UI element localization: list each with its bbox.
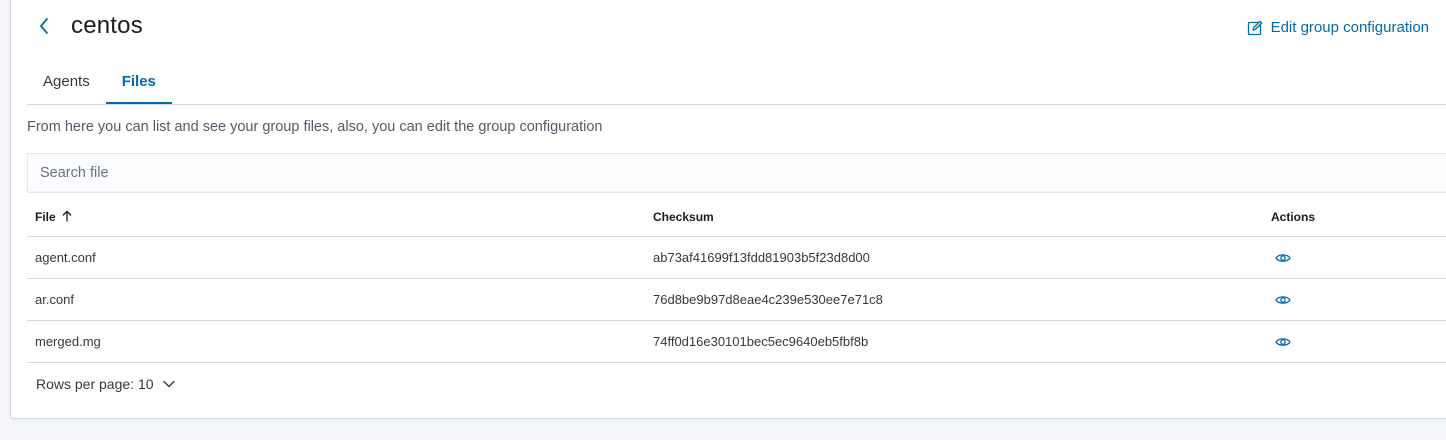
column-header-actions: Actions	[1271, 210, 1316, 224]
tab-bar: Agents Files	[27, 60, 1446, 105]
files-table: File Checksum Actions agent.conf ab73af4…	[27, 198, 1446, 363]
table-row: ar.conf 76d8be9b97d8eae4c239e530ee7e71c8	[27, 279, 1446, 321]
file-name-cell: agent.conf	[35, 250, 96, 265]
rows-per-page-button[interactable]: Rows per page: 10	[36, 376, 176, 392]
edit-group-configuration-button[interactable]: Edit group configuration	[1247, 19, 1429, 36]
eye-icon[interactable]	[1273, 332, 1293, 352]
column-header-file-label: File	[35, 210, 56, 224]
file-name-cell: merged.mg	[35, 334, 101, 349]
actions-cell	[1263, 248, 1446, 268]
edit-group-configuration-label: Edit group configuration	[1270, 19, 1429, 36]
eye-icon[interactable]	[1273, 290, 1293, 310]
table-row: agent.conf ab73af41699f13fdd81903b5f23d8…	[27, 237, 1446, 279]
arrow-up-icon	[62, 210, 72, 225]
tab-files[interactable]: Files	[105, 60, 172, 104]
checksum-cell: 76d8be9b97d8eae4c239e530ee7e71c8	[653, 292, 883, 307]
group-detail-panel: centos Edit group configuration Agents F…	[10, 0, 1446, 419]
column-header-file[interactable]: File	[27, 210, 645, 225]
actions-cell	[1263, 290, 1446, 310]
eye-icon[interactable]	[1273, 248, 1293, 268]
chevron-down-icon	[162, 376, 176, 392]
page-title: centos	[71, 12, 143, 39]
chevron-left-icon	[38, 17, 50, 40]
rows-per-page-label: Rows per page: 10	[36, 376, 154, 392]
actions-cell	[1263, 332, 1446, 352]
edit-icon	[1247, 20, 1263, 36]
page-description: From here you can list and see your grou…	[27, 119, 603, 135]
checksum-cell: 74ff0d16e30101bec5ec9640eb5fbf8b	[653, 334, 869, 349]
table-header-row: File Checksum Actions	[27, 198, 1446, 237]
table-row: merged.mg 74ff0d16e30101bec5ec9640eb5fbf…	[27, 321, 1446, 363]
tab-agents[interactable]: Agents	[27, 60, 106, 104]
column-header-checksum[interactable]: Checksum	[645, 210, 1263, 224]
search-input[interactable]	[28, 154, 1446, 192]
search-box	[27, 153, 1446, 193]
back-button[interactable]	[35, 17, 53, 40]
file-name-cell: ar.conf	[35, 292, 75, 307]
checksum-cell: ab73af41699f13fdd81903b5f23d8d00	[653, 250, 870, 265]
